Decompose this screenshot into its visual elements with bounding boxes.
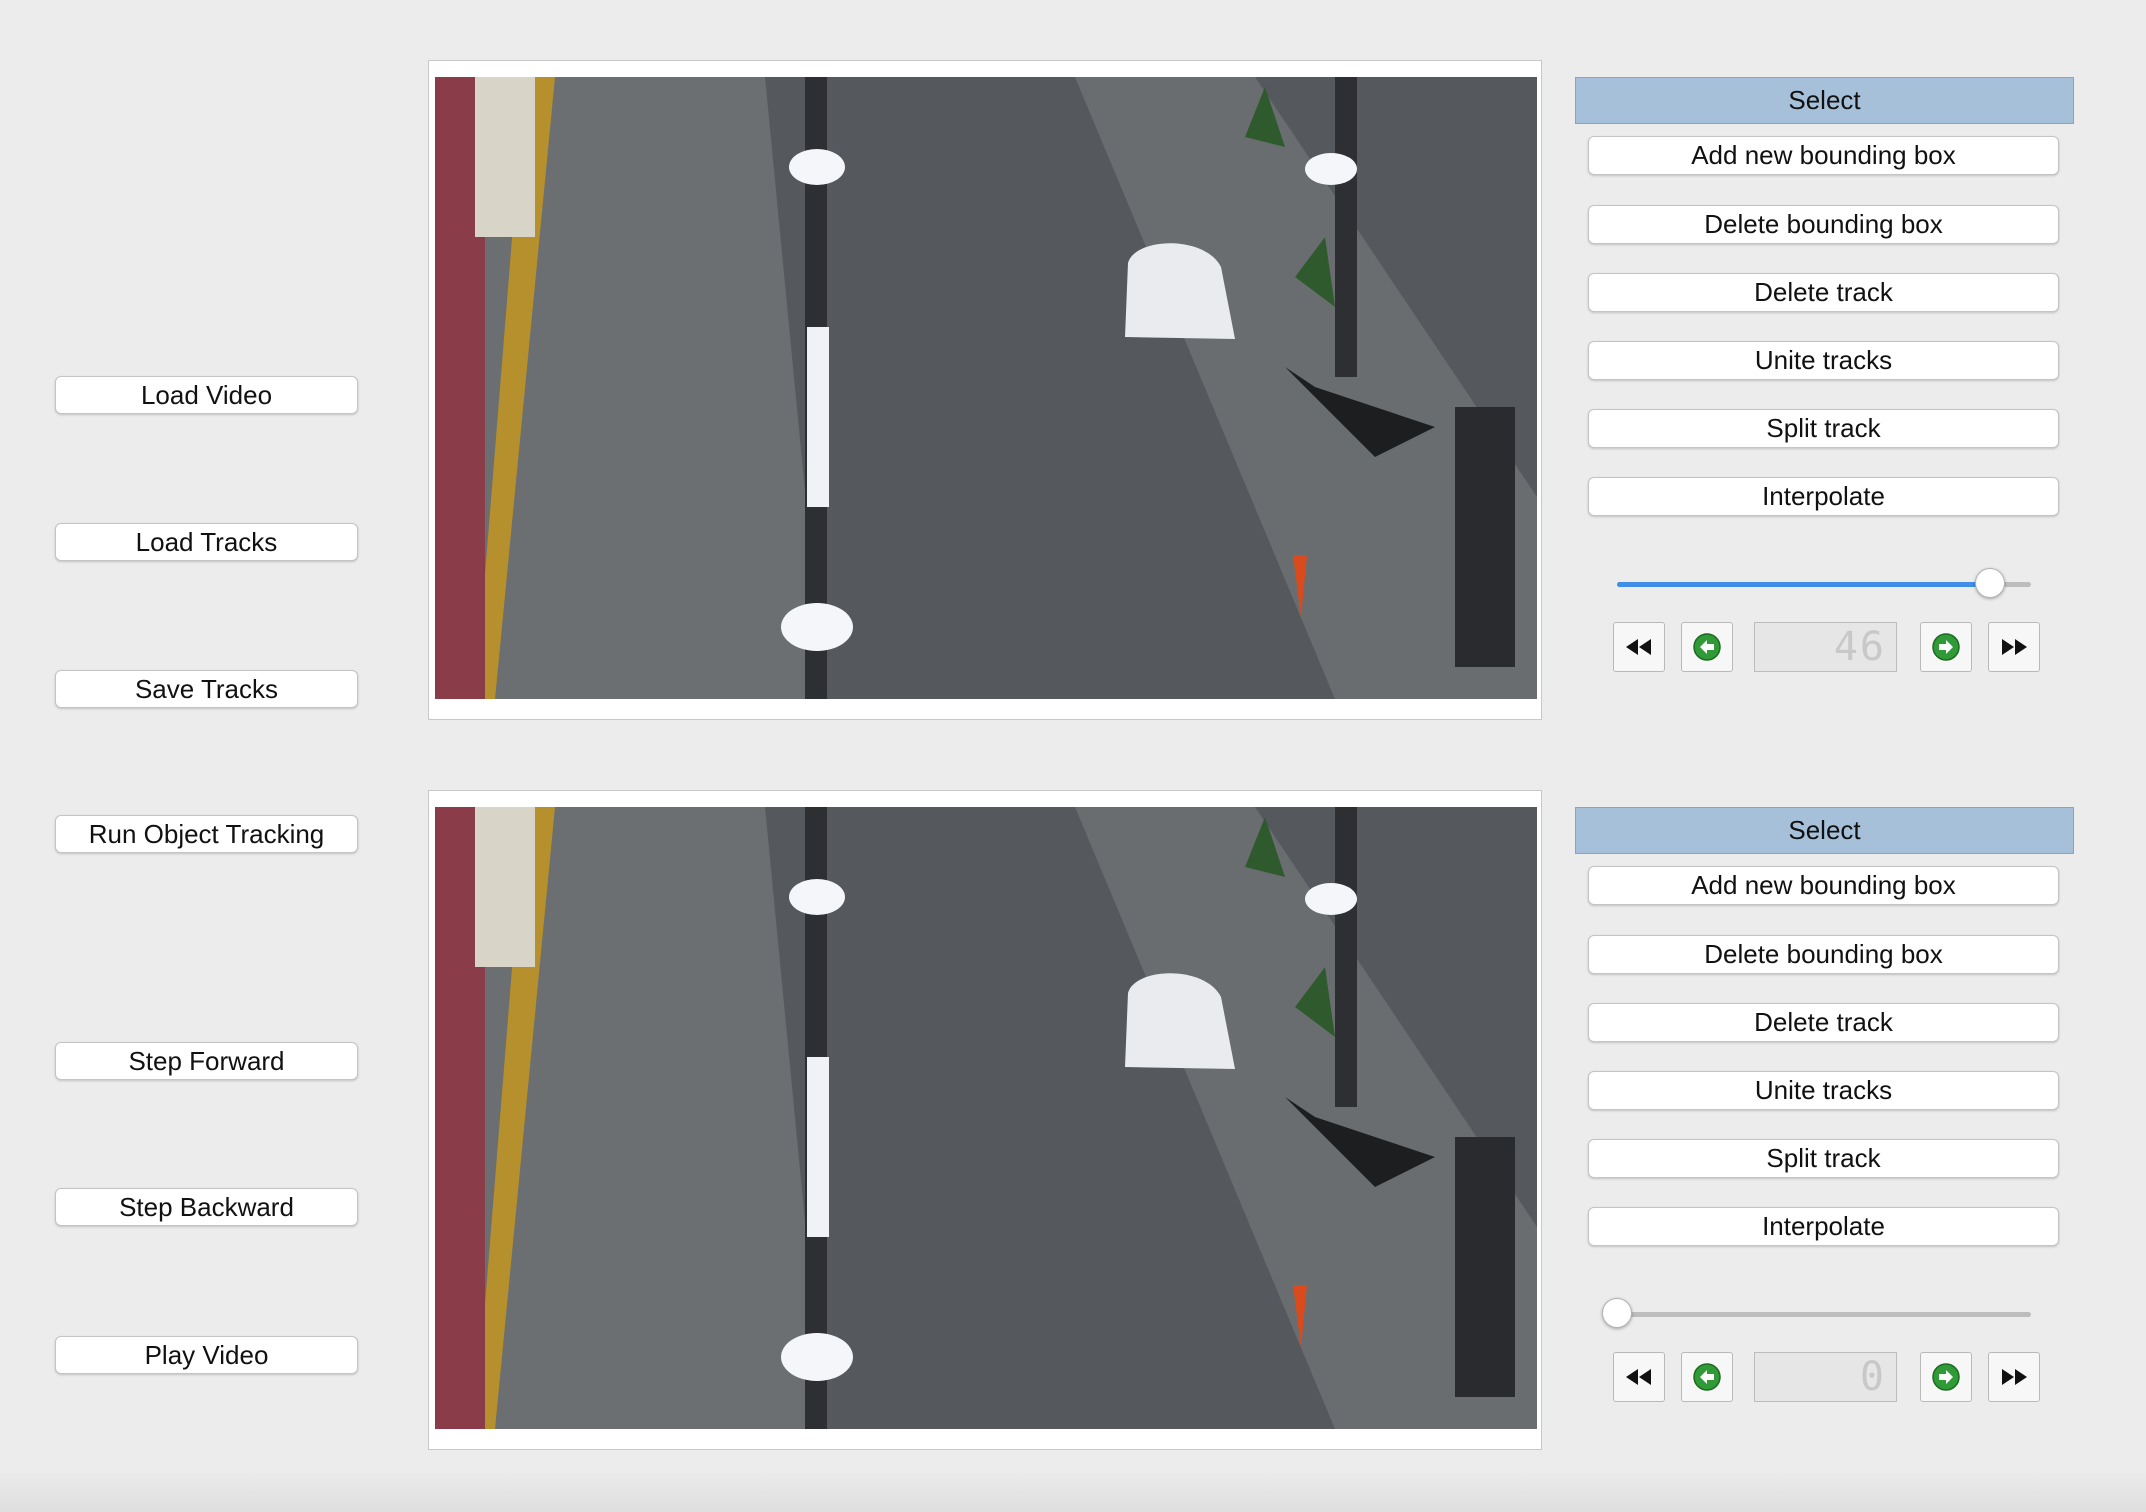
bottom-video-frame	[428, 790, 1542, 1450]
top-video-view[interactable]	[435, 77, 1537, 699]
play-video-button[interactable]: Play Video	[55, 1336, 358, 1374]
add-bounding-box-button[interactable]: Add new bounding box	[1588, 866, 2059, 905]
forward-arrow-icon	[1932, 633, 1960, 661]
delete-bounding-box-button[interactable]: Delete bounding box	[1588, 935, 2059, 974]
frame-number-display: 0	[1754, 1352, 1897, 1402]
bottom-control-panel: Select Add new bounding box Delete bound…	[1575, 807, 2075, 1457]
delete-track-button[interactable]: Delete track	[1588, 273, 2059, 312]
top-video-frame	[428, 60, 1542, 720]
rewind-button[interactable]	[1613, 1352, 1665, 1402]
delete-bounding-box-button[interactable]: Delete bounding box	[1588, 205, 2059, 244]
split-track-button[interactable]: Split track	[1588, 1139, 2059, 1178]
load-video-button[interactable]: Load Video	[55, 376, 358, 414]
load-tracks-button[interactable]: Load Tracks	[55, 523, 358, 561]
bottom-video-view[interactable]	[435, 807, 1537, 1429]
interpolate-button[interactable]: Interpolate	[1588, 1207, 2059, 1246]
frame-slider-thumb[interactable]	[1974, 568, 2005, 598]
select-tool-button[interactable]: Select	[1575, 807, 2074, 854]
interpolate-button[interactable]: Interpolate	[1588, 477, 2059, 516]
top-video-scene	[435, 77, 1537, 699]
rewind-button[interactable]	[1613, 622, 1665, 672]
frame-slider-thumb[interactable]	[1602, 1298, 1632, 1328]
run-object-tracking-button[interactable]: Run Object Tracking	[55, 815, 358, 853]
back-arrow-icon	[1693, 633, 1721, 661]
frame-number-display: 46	[1754, 622, 1897, 672]
delete-track-button[interactable]: Delete track	[1588, 1003, 2059, 1042]
save-tracks-button[interactable]: Save Tracks	[55, 670, 358, 708]
split-track-button[interactable]: Split track	[1588, 409, 2059, 448]
window-bottom-edge	[0, 1470, 2146, 1512]
bottom-video-scene	[435, 807, 1537, 1429]
unite-tracks-button[interactable]: Unite tracks	[1588, 341, 2059, 380]
step-backward-button[interactable]: Step Backward	[55, 1188, 358, 1226]
step-back-button[interactable]	[1681, 1352, 1733, 1402]
select-tool-button[interactable]: Select	[1575, 77, 2074, 124]
fast-forward-button[interactable]	[1988, 622, 2040, 672]
frame-slider[interactable]	[1617, 568, 2031, 598]
add-bounding-box-button[interactable]: Add new bounding box	[1588, 136, 2059, 175]
frame-slider[interactable]	[1602, 1298, 2031, 1328]
fast-forward-icon	[2002, 639, 2027, 655]
rewind-icon	[1626, 639, 1651, 655]
fast-forward-button[interactable]	[1988, 1352, 2040, 1402]
rewind-icon	[1626, 1369, 1651, 1385]
step-back-button[interactable]	[1681, 622, 1733, 672]
frame-slider-fill	[1617, 582, 1990, 587]
forward-arrow-icon	[1932, 1363, 1960, 1391]
unite-tracks-button[interactable]: Unite tracks	[1588, 1071, 2059, 1110]
fast-forward-icon	[2002, 1369, 2027, 1385]
back-arrow-icon	[1693, 1363, 1721, 1391]
step-forward-nav-button[interactable]	[1920, 622, 1972, 672]
step-forward-nav-button[interactable]	[1920, 1352, 1972, 1402]
step-forward-button[interactable]: Step Forward	[55, 1042, 358, 1080]
top-control-panel: Select Add new bounding box Delete bound…	[1575, 77, 2075, 727]
